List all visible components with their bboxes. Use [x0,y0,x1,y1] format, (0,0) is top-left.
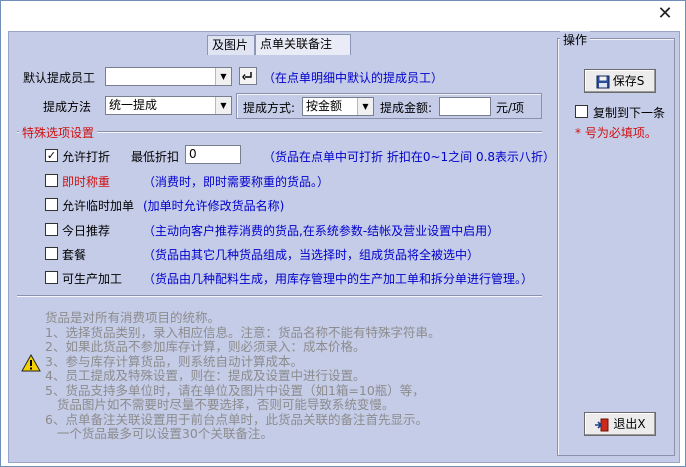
commission-mode-value: 按金额 [306,99,343,113]
copy-next-checkbox[interactable] [575,105,588,118]
chevron-down-icon[interactable]: ▼ [357,98,373,115]
chevron-down-icon[interactable]: ▼ [215,97,231,114]
exit-button-label: 退出X [613,417,646,431]
commission-mode-label: 提成方式: [243,101,296,115]
commission-method-value: 统一提成 [109,98,158,112]
commission-method-label: 提成方法 [43,100,92,114]
producible-checkbox[interactable] [45,271,58,284]
tab-order-notes[interactable]: 点单关联备注 [255,34,351,55]
today-recommend-label: 今日推荐 [62,224,111,238]
discount-hint: （货品在点单中可打折 折扣在0~1之间 0.8表示八折） [263,150,556,164]
warning-icon [21,354,41,372]
default-staff-combo[interactable]: ▼ [105,67,232,86]
floppy-disk-icon [596,75,610,88]
dialog-client-area: 及图片 点单关联备注 默认提成员工 ▼ （在点单明细中默认的提成员工） 提成方法… [8,31,680,463]
instant-weigh-hint: （消费时，即时需要称重的货品。） [143,175,330,189]
help-separator [17,295,542,297]
today-recommend-checkbox[interactable] [45,223,58,236]
dialog-window: ✕ 及图片 点单关联备注 默认提成员工 ▼ （在点单明细中默认的提成员工） 提成… [0,0,686,467]
close-button[interactable]: ✕ [651,4,679,26]
commission-amount-input[interactable] [439,97,491,116]
operations-panel [557,38,675,456]
combo-checkbox[interactable] [45,247,58,260]
min-discount-label: 最低折扣 [131,150,180,164]
allow-discount-label: 允许打折 [62,150,111,164]
producible-hint: （货品由几种配料生成，用库存管理中的生产加工单和拆分单进行管理。） [143,272,534,286]
combo-label: 套餐 [62,248,87,262]
required-note: * 号为必填项。 [575,126,657,140]
default-staff-label: 默认提成员工 [23,71,96,85]
return-arrow-icon [242,72,252,80]
tab-images[interactable]: 及图片 [207,35,255,55]
operations-title: 操作 [560,31,591,48]
instant-weigh-label: 即时称重 [62,175,111,189]
combo-hint: （货品由其它几种货品组成，当选择时，组成货品将全被选中） [143,248,480,262]
help-text: 货品是对所有消费项目的统称。 1、选择货品类别，录入相应信息。注意：货品名称不能… [45,310,441,441]
save-button-label: 保存S [612,74,645,88]
exit-button[interactable]: 退出X [584,412,656,436]
exit-door-icon [595,418,609,431]
instant-weigh-checkbox[interactable] [45,174,58,187]
chevron-down-icon[interactable]: ▼ [215,68,231,85]
checkmark-icon: ✓ [46,149,57,162]
producible-label: 可生产加工 [62,272,123,286]
save-button[interactable]: 保存S [584,69,656,93]
allow-discount-checkbox[interactable]: ✓ [45,149,58,162]
commission-amount-label: 提成金额: [380,101,433,115]
today-recommend-hint: （主动向客户推荐消费的货品,在系统参数-结帐及营业设置中启用） [143,224,500,238]
title-bar: ✕ [1,1,685,31]
min-discount-input[interactable]: 0 [185,145,241,164]
temp-add-hint: (加单时允许修改货品名称) [143,199,285,213]
staff-select-button[interactable] [239,67,257,85]
temp-add-checkbox[interactable] [45,198,58,211]
temp-add-label: 允许临时加单 [62,199,135,213]
copy-next-label: 复制到下一条 [593,106,666,120]
commission-method-combo[interactable]: 统一提成 ▼ [105,96,232,115]
commission-mode-combo[interactable]: 按金额 ▼ [302,97,374,116]
special-options-title: 特殊选项设置 [19,124,98,141]
commission-unit-label: 元/项 [496,101,525,115]
default-staff-hint: （在点单明细中默认的提成员工） [263,71,444,85]
